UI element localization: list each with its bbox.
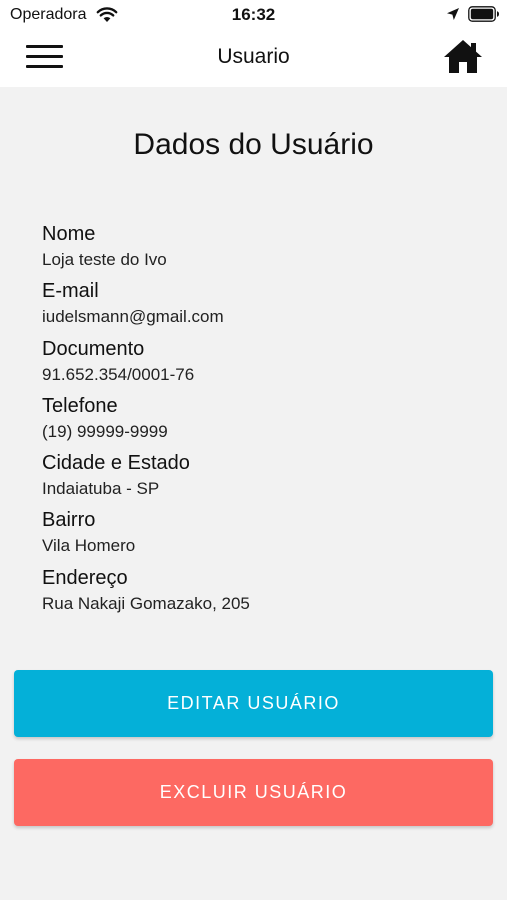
field-value: (19) 99999-9999 [42, 421, 168, 441]
field-email: E-mail iudelsmann@gmail.com [42, 279, 250, 336]
field-name: Nome Loja teste do Ivo [42, 222, 250, 279]
page-title: Dados do Usuário [133, 128, 374, 161]
nav-title: Usuario [217, 45, 290, 68]
field-label: E-mail [42, 280, 99, 303]
status-time: 16:32 [231, 5, 276, 24]
home-icon[interactable] [443, 38, 483, 76]
field-value: Loja teste do Ivo [42, 250, 167, 269]
delete-user-button[interactable]: EXCLUIR USUÁRIO [14, 759, 493, 826]
field-address: Endereço Rua Nakaji Gomazako, 205 [42, 566, 250, 623]
user-details: Nome Loja teste do Ivo E-mail iudelsmann… [42, 222, 250, 623]
field-value: Rua Nakaji Gomazako, 205 [42, 593, 250, 613]
field-label: Bairro [42, 509, 96, 532]
field-city-state: Cidade e Estado Indaiatuba - SP [42, 451, 250, 508]
field-value: Vila Homero [42, 536, 136, 556]
field-label: Telefone [42, 394, 118, 417]
field-value: 91.652.354/0001-76 [42, 364, 195, 384]
edit-user-button[interactable]: EDITAR USUÁRIO [14, 670, 493, 737]
field-phone: Telefone (19) 99999-9999 [42, 394, 250, 451]
navigation-bar: Usuario [0, 30, 507, 87]
location-arrow-icon [447, 8, 459, 20]
field-label: Nome [42, 223, 96, 245]
field-label: Endereço [42, 566, 128, 589]
field-document: Documento 91.652.354/0001-76 [42, 337, 250, 394]
field-value: Indaiatuba - SP [42, 479, 160, 499]
top-bar: Operadora 16:32 Usuario [0, 0, 507, 87]
field-label: Documento [42, 337, 145, 360]
field-value: iudelsmann@gmail.com [42, 307, 224, 327]
field-label: Cidade e Estado [42, 452, 190, 475]
field-neighborhood: Bairro Vila Homero [42, 508, 250, 565]
status-bar: Operadora 16:32 [0, 0, 507, 30]
battery-icon [468, 6, 499, 22]
